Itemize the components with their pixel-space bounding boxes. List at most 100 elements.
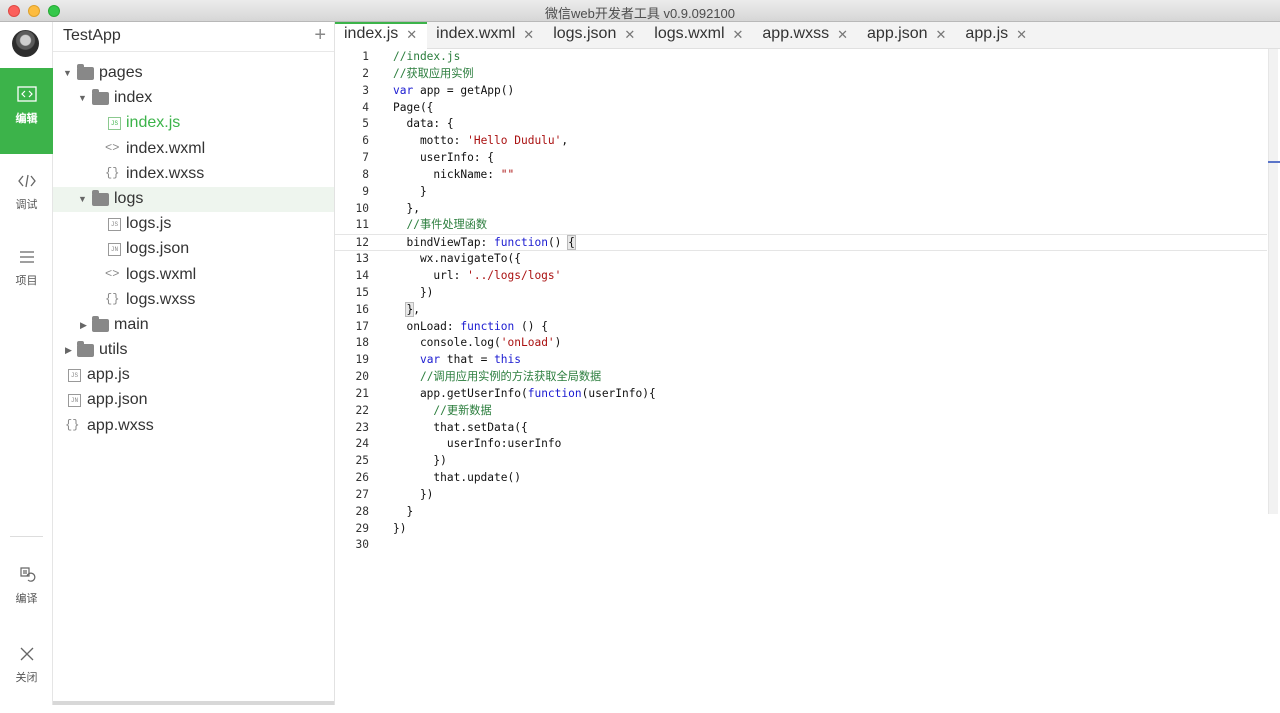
line-content[interactable]: that.setData({ <box>393 420 527 437</box>
code-line[interactable]: 11 //事件处理函数 <box>335 217 1267 234</box>
line-content[interactable]: }) <box>393 285 433 302</box>
line-content[interactable]: //调用应用实例的方法获取全局数据 <box>393 369 601 386</box>
tree-file-app-json[interactable]: JN app.json <box>53 388 334 413</box>
line-content[interactable]: wx.navigateTo({ <box>393 251 521 268</box>
tree-file-logs-json[interactable]: JN logs.json <box>53 237 334 262</box>
line-content[interactable]: Page({ <box>393 100 433 117</box>
code-line[interactable]: 4 Page({ <box>335 100 1267 117</box>
code-line[interactable]: 10 }, <box>335 201 1267 218</box>
code-line[interactable]: 18 console.log('onLoad') <box>335 335 1267 352</box>
code-line[interactable]: 17 onLoad: function () { <box>335 319 1267 336</box>
code-line[interactable]: 22 //更新数据 <box>335 403 1267 420</box>
code-line[interactable]: 23 that.setData({ <box>335 420 1267 437</box>
line-content[interactable]: userInfo: { <box>393 150 494 167</box>
tree-folder-index[interactable]: ▼ index <box>53 86 334 111</box>
caret-right-icon[interactable]: ▶ <box>80 320 87 331</box>
tab-index-wxml[interactable]: index.wxml ✕ <box>427 22 544 49</box>
line-content[interactable]: //获取应用实例 <box>393 66 474 83</box>
tree-folder-utils[interactable]: ▶ utils <box>53 338 334 363</box>
code-line[interactable]: 21 app.getUserInfo(function(userInfo){ <box>335 386 1267 403</box>
code-line[interactable]: 9 } <box>335 184 1267 201</box>
tree-file-index-wxml[interactable]: <> index.wxml <box>53 137 334 162</box>
code-line[interactable]: 12 bindViewTap: function() { <box>335 234 1267 252</box>
line-content[interactable]: that.update() <box>393 470 521 487</box>
close-tab-icon[interactable]: ✕ <box>624 27 635 49</box>
code-lines[interactable]: 1//index.js 2//获取应用实例 3 var app = getApp() 4… <box>335 49 1267 554</box>
line-content[interactable]: }) <box>393 453 446 470</box>
caret-down-icon[interactable]: ▼ <box>78 194 87 204</box>
code-line[interactable]: 8 nickName: "" <box>335 167 1267 184</box>
tab-app-wxss[interactable]: app.wxss ✕ <box>753 22 858 49</box>
editor-scrollbar[interactable] <box>1268 49 1278 514</box>
tree-file-logs-js[interactable]: JS logs.js <box>53 212 334 237</box>
line-content[interactable]: //index.js <box>393 49 460 66</box>
code-line[interactable]: 13 wx.navigateTo({ <box>335 251 1267 268</box>
code-line[interactable]: 26 that.update() <box>335 470 1267 487</box>
activity-debug[interactable]: 调试 <box>0 154 53 240</box>
code-line[interactable]: 6 motto: 'Hello Dudulu', <box>335 133 1267 150</box>
close-tab-icon[interactable]: ✕ <box>406 27 417 49</box>
code-line[interactable]: 30 <box>335 537 1267 554</box>
line-content[interactable]: console.log('onLoad') <box>393 335 561 352</box>
code-line[interactable]: 29}) <box>335 521 1267 538</box>
line-content[interactable]: //更新数据 <box>393 403 491 420</box>
line-content[interactable]: var app = getApp() <box>393 83 514 100</box>
tab-index-js[interactable]: index.js ✕ <box>335 22 428 49</box>
close-tab-icon[interactable]: ✕ <box>733 27 744 49</box>
caret-down-icon[interactable]: ▼ <box>63 68 72 78</box>
code-line[interactable]: 3 var app = getApp() <box>335 83 1267 100</box>
line-content[interactable]: url: '../logs/logs' <box>393 268 561 285</box>
code-line[interactable]: 1 //index.js <box>335 49 1267 66</box>
close-tab-icon[interactable]: ✕ <box>837 27 848 49</box>
tree-file-index-js[interactable]: JS index.js <box>53 111 334 136</box>
code-line[interactable]: 5 data: { <box>335 116 1267 133</box>
tree-file-index-wxss[interactable]: {} index.wxss <box>53 162 334 187</box>
activity-compile[interactable]: 编译 <box>0 548 53 634</box>
caret-right-icon[interactable]: ▶ <box>65 345 72 356</box>
line-content[interactable]: }, <box>393 301 420 319</box>
tree-folder-main[interactable]: ▶ main <box>53 313 334 338</box>
line-content[interactable]: }) <box>393 521 406 538</box>
code-line[interactable]: 16 }, <box>335 301 1267 319</box>
code-line[interactable]: 25 }) <box>335 453 1267 470</box>
line-content[interactable]: onLoad: function () { <box>393 319 547 336</box>
line-content[interactable]: bindViewTap: function() { <box>393 235 576 252</box>
plus-icon[interactable]: + <box>314 24 326 46</box>
tab-app-js[interactable]: app.js ✕ <box>956 22 1037 49</box>
tab-app-json[interactable]: app.json ✕ <box>858 22 956 49</box>
tree-folder-pages[interactable]: ▼ pages <box>53 61 334 86</box>
tree-file-logs-wxss[interactable]: {} logs.wxss <box>53 288 334 313</box>
tree-folder-logs[interactable]: ▼ logs <box>53 186 334 213</box>
tab-logs-json[interactable]: logs.json ✕ <box>544 22 645 49</box>
line-content[interactable]: }) <box>393 487 433 504</box>
line-content[interactable]: }, <box>393 201 419 218</box>
code-line[interactable]: 7 userInfo: { <box>335 150 1267 167</box>
code-editor[interactable]: 1//index.js 2//获取应用实例 3 var app = getApp() 4… <box>335 49 1280 705</box>
activity-close[interactable]: 关闭 <box>0 627 53 713</box>
line-content[interactable]: app.getUserInfo(function(userInfo){ <box>393 386 656 403</box>
line-content[interactable]: motto: 'Hello Dudulu', <box>393 133 568 150</box>
activity-project[interactable]: 项目 <box>0 230 53 316</box>
line-content[interactable]: //事件处理函数 <box>393 217 487 234</box>
close-tab-icon[interactable]: ✕ <box>523 27 534 49</box>
avatar[interactable] <box>12 30 39 57</box>
code-line[interactable]: 24 userInfo:userInfo <box>335 436 1267 453</box>
line-content[interactable]: } <box>393 504 413 521</box>
explorer-scrollbar[interactable] <box>53 701 334 705</box>
tree-file-logs-wxml[interactable]: <> logs.wxml <box>53 263 334 288</box>
close-tab-icon[interactable]: ✕ <box>1016 27 1027 49</box>
line-content[interactable]: data: { <box>393 116 453 133</box>
code-line[interactable]: 19 var that = this <box>335 352 1267 369</box>
line-content[interactable]: userInfo:userInfo <box>393 436 562 453</box>
tree-file-app-wxss[interactable]: {} app.wxss <box>53 414 334 439</box>
line-content[interactable]: var that = this <box>393 352 521 369</box>
code-line[interactable]: 14 url: '../logs/logs' <box>335 268 1267 285</box>
code-line[interactable]: 2 //获取应用实例 <box>335 66 1267 83</box>
line-content[interactable]: } <box>393 184 427 201</box>
tab-logs-wxml[interactable]: logs.wxml ✕ <box>645 22 753 49</box>
tree-file-app-js[interactable]: JS app.js <box>53 363 334 388</box>
code-line[interactable]: 28 } <box>335 504 1267 521</box>
code-line[interactable]: 15 }) <box>335 285 1267 302</box>
close-tab-icon[interactable]: ✕ <box>936 27 947 49</box>
activity-edit[interactable]: 编辑 <box>0 68 53 154</box>
